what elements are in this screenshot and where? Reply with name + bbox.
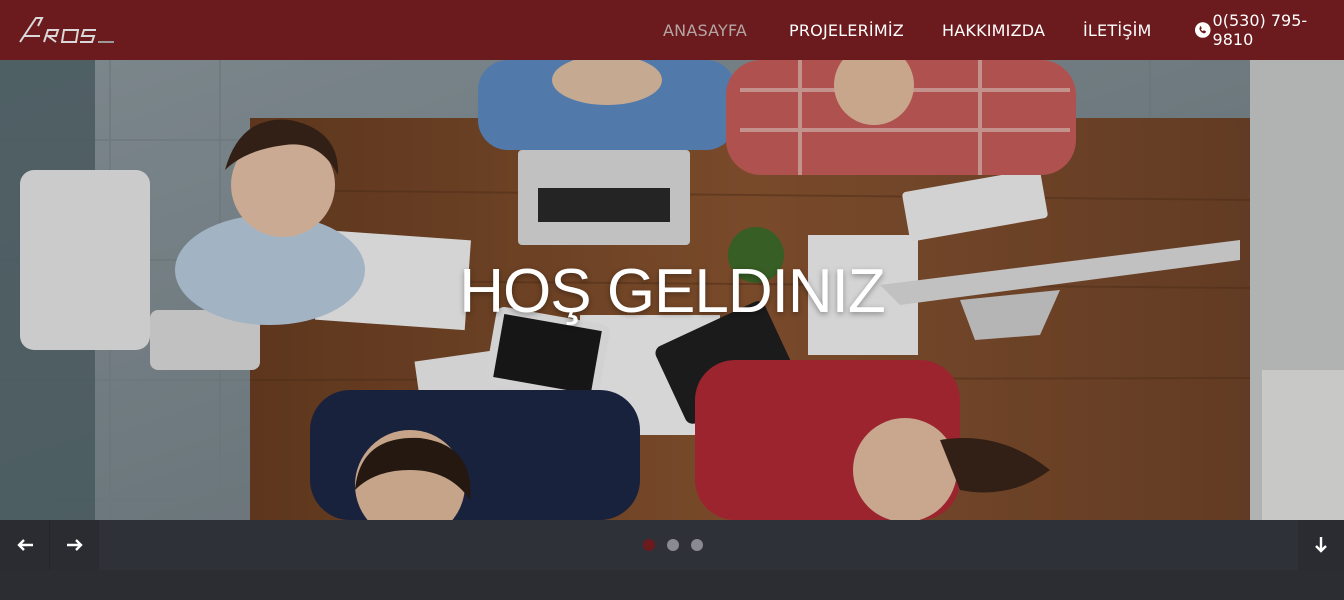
- hero-slider: HOŞ GELDINIZ: [0, 60, 1344, 520]
- prev-slide-button[interactable]: [0, 520, 50, 570]
- nav-link-about[interactable]: HAKKIMIZDA: [942, 21, 1045, 40]
- slide-dot-1[interactable]: [643, 539, 655, 551]
- arrow-down-icon: [1315, 537, 1327, 553]
- nav-link-projects[interactable]: PROJELERİMİZ: [789, 21, 904, 40]
- slider-controls: [0, 520, 1344, 570]
- logo[interactable]: [18, 14, 118, 46]
- slide-dot-2[interactable]: [667, 539, 679, 551]
- arrow-left-icon: [16, 539, 33, 551]
- nav-item-home[interactable]: ANASAYFA: [663, 0, 747, 60]
- hero-title: HOŞ GELDINIZ: [459, 257, 886, 326]
- nav-item-projects[interactable]: PROJELERİMİZ: [789, 0, 904, 60]
- phone-number: 0(530) 795-9810: [1212, 11, 1308, 49]
- nav-item-about[interactable]: HAKKIMIZDA: [942, 0, 1045, 60]
- slide-dot-3[interactable]: [691, 539, 703, 551]
- phone-link[interactable]: 0(530) 795-9810: [1195, 0, 1344, 60]
- slider-pagination: [643, 539, 703, 551]
- site-header: ANASAYFA PROJELERİMİZ HAKKIMIZDA İLETİŞİ…: [0, 0, 1344, 60]
- nav-link-contact[interactable]: İLETİŞİM: [1083, 21, 1152, 40]
- nav-link-home[interactable]: ANASAYFA: [663, 21, 747, 40]
- scroll-down-button[interactable]: [1298, 520, 1344, 570]
- arrow-right-icon: [66, 539, 83, 551]
- page-bottom: [0, 570, 1344, 600]
- phone-icon: [1195, 22, 1211, 38]
- nav-item-contact[interactable]: İLETİŞİM: [1083, 0, 1152, 60]
- next-slide-button[interactable]: [50, 520, 99, 570]
